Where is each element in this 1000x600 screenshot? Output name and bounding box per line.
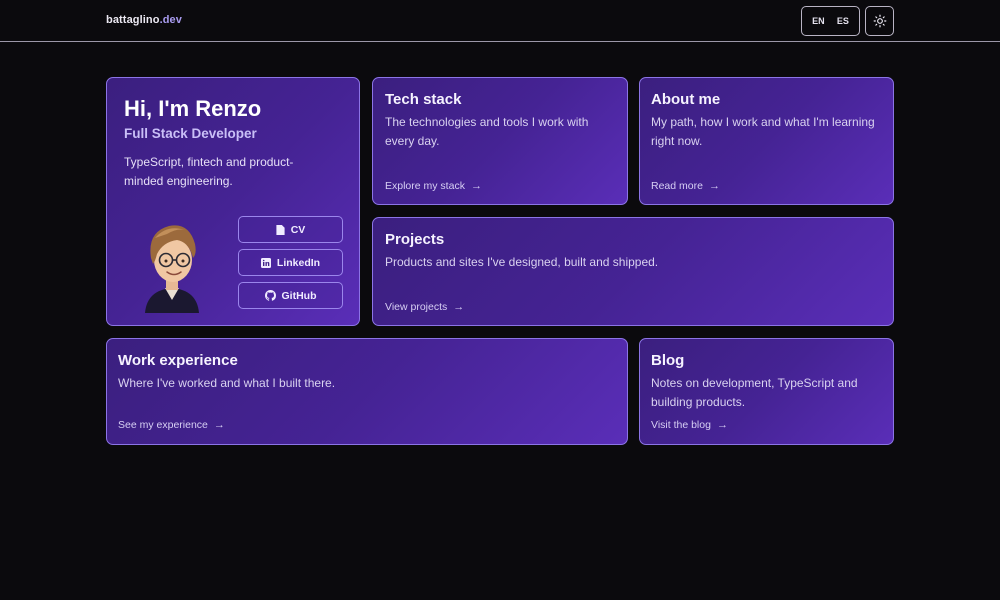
work-experience-link-label: See my experience [118, 419, 208, 431]
language-switcher: EN ES [801, 6, 860, 36]
work-experience-link[interactable]: See my experience → [118, 419, 225, 431]
tech-stack-description: The technologies and tools I work with e… [385, 115, 589, 148]
tech-stack-title: Tech stack [385, 91, 462, 108]
hero-description-line1: TypeScript, fintech and product- [124, 155, 294, 169]
document-icon [276, 224, 285, 235]
tech-stack-link-label: Explore my stack [385, 180, 465, 192]
hero-title: Hi, I'm Renzo [124, 96, 262, 121]
about-link[interactable]: Read more → [651, 180, 720, 192]
blog-card[interactable]: Blog Notes on development, TypeScript an… [639, 338, 894, 445]
tech-stack-link[interactable]: Explore my stack → [385, 180, 482, 192]
cv-label: CV [290, 223, 306, 236]
brand-name: battaglino [106, 14, 160, 26]
tech-stack-card[interactable]: Tech stack The technologies and tools I … [372, 77, 628, 205]
cv-button[interactable]: CV [238, 216, 343, 243]
theme-toggle-button[interactable] [865, 6, 894, 36]
arrow-right-icon: → [470, 180, 482, 192]
hero-subtitle: Full Stack Developer [124, 126, 257, 141]
blog-title: Blog [651, 352, 685, 369]
site-logo[interactable]: battaglino.dev [106, 14, 182, 26]
work-experience-card[interactable]: Work experience Where I've worked and wh… [106, 338, 628, 445]
linkedin-button[interactable]: LinkedIn [238, 249, 343, 276]
blog-description: Notes on development, TypeScript and bui… [651, 376, 858, 409]
blog-link-label: Visit the blog [651, 419, 711, 431]
about-card[interactable]: About me My path, how I work and what I'… [639, 77, 894, 205]
hero-card: Hi, I'm Renzo Full Stack Developer TypeS… [106, 77, 360, 326]
arrow-right-icon: → [453, 301, 465, 313]
lang-es-button[interactable]: ES [834, 13, 852, 29]
sun-icon [873, 14, 886, 28]
linkedin-icon [260, 257, 271, 268]
projects-link-label: View projects [385, 301, 448, 313]
top-bar: battaglino.dev EN ES [0, 0, 1000, 42]
work-experience-description: Where I've worked and what I built there… [118, 376, 336, 390]
lang-en-button[interactable]: EN [809, 13, 828, 29]
projects-link[interactable]: View projects → [385, 301, 464, 313]
linkedin-label: LinkedIn [276, 256, 321, 269]
github-button[interactable]: GitHub [238, 282, 343, 309]
arrow-right-icon: → [708, 180, 720, 192]
blog-link[interactable]: Visit the blog → [651, 419, 728, 431]
github-icon [264, 290, 276, 301]
github-label: GitHub [281, 289, 317, 302]
work-experience-title: Work experience [118, 352, 238, 369]
projects-card[interactable]: Projects Products and sites I've designe… [372, 217, 894, 326]
about-link-label: Read more [651, 180, 703, 192]
arrow-right-icon: → [213, 419, 225, 431]
avatar [145, 225, 199, 313]
arrow-right-icon: → [716, 419, 728, 431]
hero-description-line2: minded engineering. [124, 174, 233, 188]
projects-title: Projects [385, 231, 445, 248]
brand-tld: .dev [159, 14, 182, 26]
projects-description: Products and sites I've designed, built … [385, 255, 659, 269]
about-description: My path, how I work and what I'm learnin… [651, 115, 875, 148]
about-title: About me [651, 91, 721, 108]
